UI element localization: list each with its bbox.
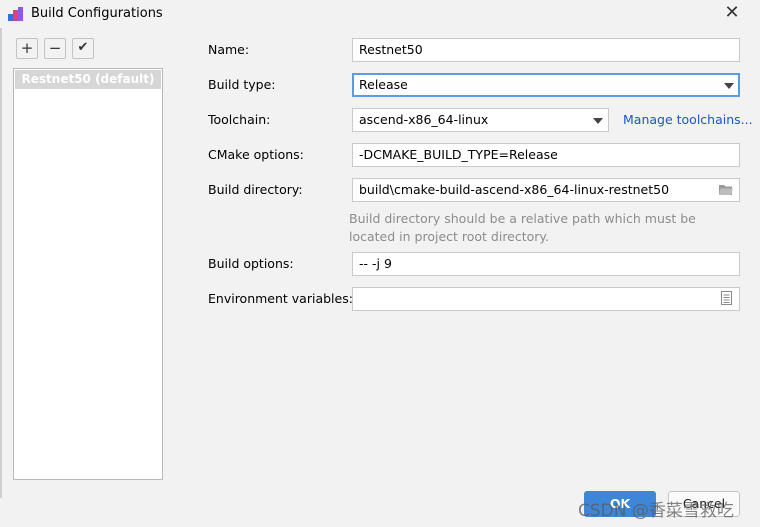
add-config-button[interactable]: +: [16, 38, 38, 59]
plus-icon: +: [20, 39, 34, 57]
cmake-options-label: CMake options:: [208, 147, 304, 162]
apply-config-button[interactable]: ✔: [72, 38, 94, 59]
config-list-item[interactable]: Restnet50 (default): [15, 70, 161, 89]
chevron-down-icon: [593, 118, 603, 124]
build-options-input[interactable]: -- -j 9: [352, 252, 740, 276]
build-directory-hint-line1: Build directory should be a relative pat…: [349, 211, 696, 226]
chevron-down-icon: [724, 83, 734, 89]
document-icon[interactable]: [721, 291, 732, 305]
cmake-options-input[interactable]: -DCMAKE_BUILD_TYPE=Release: [352, 143, 740, 167]
folder-icon[interactable]: [718, 183, 734, 196]
window-edge: [0, 28, 2, 498]
build-type-label: Build type:: [208, 77, 276, 92]
build-type-value: Release: [359, 77, 408, 92]
name-label: Name:: [208, 42, 250, 57]
environment-variables-input[interactable]: [352, 287, 740, 311]
title-bar: Build Configurations ✕: [0, 0, 760, 28]
build-directory-input[interactable]: build\cmake-build-ascend-x86_64-linux-re…: [352, 178, 740, 202]
build-type-select[interactable]: Release: [352, 73, 740, 97]
toolchain-select[interactable]: ascend-x86_64-linux: [352, 108, 609, 132]
window-title: Build Configurations: [31, 6, 163, 21]
build-directory-hint-line2: located in project root directory.: [349, 229, 550, 244]
environment-variables-label: Environment variables:: [208, 291, 353, 306]
manage-toolchains-link[interactable]: Manage toolchains...: [623, 112, 753, 127]
remove-config-button[interactable]: −: [44, 38, 66, 59]
watermark: CSDN @香菜雪救吃: [578, 501, 734, 521]
build-directory-label: Build directory:: [208, 182, 303, 197]
toolchain-value: ascend-x86_64-linux: [359, 112, 489, 127]
config-list[interactable]: Restnet50 (default): [13, 68, 163, 480]
toolchain-label: Toolchain:: [208, 112, 271, 127]
build-options-label: Build options:: [208, 256, 294, 271]
minus-icon: −: [48, 39, 62, 57]
close-icon: ✕: [724, 2, 740, 23]
close-button[interactable]: ✕: [722, 3, 742, 23]
app-logo-icon: [8, 7, 23, 21]
check-icon: ✔: [77, 40, 89, 55]
name-input[interactable]: Restnet50: [352, 38, 740, 62]
